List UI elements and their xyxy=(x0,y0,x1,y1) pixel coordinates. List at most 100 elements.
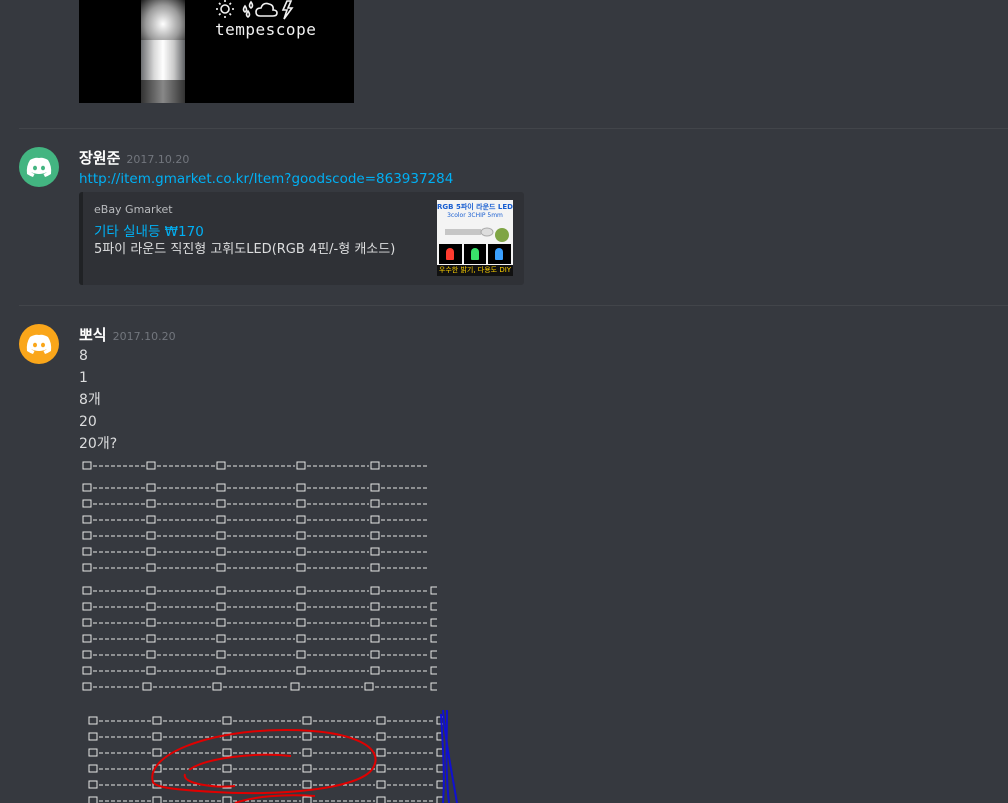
timestamp: 2017.10.20 xyxy=(126,153,190,166)
timestamp: 2017.10.20 xyxy=(112,330,176,343)
seat-box xyxy=(88,780,98,789)
seat-box xyxy=(296,650,306,659)
seat-box xyxy=(82,515,92,524)
seat-box xyxy=(88,732,98,741)
seat-box xyxy=(376,780,386,789)
seat-box xyxy=(82,563,92,572)
seat-box xyxy=(82,682,92,691)
username[interactable]: 장원준 xyxy=(79,147,120,168)
seat-box xyxy=(302,796,312,803)
seat-box xyxy=(376,796,386,803)
seat-box xyxy=(222,716,232,725)
seat-box xyxy=(364,682,374,691)
seat-box xyxy=(302,732,312,741)
seat-box xyxy=(146,618,156,627)
seat-box xyxy=(370,563,380,572)
seat-box xyxy=(82,666,92,675)
tempescope-image[interactable]: tempescope xyxy=(79,0,354,103)
led-color-samples xyxy=(439,244,512,264)
seat-box xyxy=(296,483,306,492)
badge-icon xyxy=(495,228,509,242)
seat-box xyxy=(216,499,226,508)
seat-box xyxy=(370,461,380,470)
embed-title[interactable]: 기타 실내등 ₩170 xyxy=(94,220,204,240)
seat-box xyxy=(370,650,380,659)
rain-drops-icon xyxy=(242,0,254,18)
seat-box xyxy=(146,634,156,643)
seat-box xyxy=(82,461,92,470)
seat-box xyxy=(370,634,380,643)
seat-box xyxy=(370,586,380,595)
gmarket-link[interactable]: http://item.gmarket.co.kr/Item?goodscode… xyxy=(79,171,453,187)
seat-box xyxy=(146,499,156,508)
seat-box xyxy=(146,547,156,556)
seat-box xyxy=(146,563,156,572)
seat-box xyxy=(302,748,312,757)
seat-box xyxy=(212,682,222,691)
seat-box xyxy=(142,682,152,691)
message-header: 뽀식 2017.10.20 xyxy=(79,324,176,345)
message-line: 20 xyxy=(79,414,97,430)
seat-box xyxy=(376,716,386,725)
seat-box xyxy=(216,461,226,470)
seat-box xyxy=(146,602,156,611)
seat-box xyxy=(370,483,380,492)
message-line: 1 xyxy=(79,370,88,386)
seat-box xyxy=(216,634,226,643)
seat-box xyxy=(216,650,226,659)
avatar[interactable] xyxy=(19,324,59,364)
seat-box xyxy=(290,682,300,691)
seat-box xyxy=(216,515,226,524)
layout-diagram-image[interactable] xyxy=(79,457,459,692)
seat-box xyxy=(370,547,380,556)
seat-box xyxy=(82,634,92,643)
seat-box xyxy=(146,650,156,659)
seat-box xyxy=(296,602,306,611)
username[interactable]: 뽀식 xyxy=(79,324,107,345)
row-end-mark xyxy=(430,618,437,627)
seat-box xyxy=(296,634,306,643)
seat-box xyxy=(296,547,306,556)
annotated-layout-image[interactable] xyxy=(85,708,465,803)
seat-box xyxy=(296,461,306,470)
tempescope-logo-text: tempescope xyxy=(215,20,317,39)
seat-box xyxy=(296,515,306,524)
message-body: 8 1 8개 20 20개? xyxy=(79,345,117,455)
seat-box xyxy=(296,618,306,627)
seat-box xyxy=(152,732,162,741)
row-end-mark xyxy=(436,764,443,773)
sun-icon xyxy=(216,0,234,18)
red-circle-annotation xyxy=(151,728,377,803)
seat-box xyxy=(152,796,162,803)
embed-provider: eBay Gmarket xyxy=(94,203,173,216)
seat-box xyxy=(216,531,226,540)
embed-thumbnail[interactable]: RGB 5파이 라운드 LED 3color 3CHIP 5mm 우수한 밝기,… xyxy=(437,200,513,276)
discord-logo-icon xyxy=(26,157,52,177)
seat-box xyxy=(376,732,386,741)
seat-box xyxy=(216,666,226,675)
seat-box xyxy=(370,515,380,524)
seat-box xyxy=(146,483,156,492)
seat-box xyxy=(216,586,226,595)
seat-box xyxy=(370,602,380,611)
avatar[interactable] xyxy=(19,147,59,187)
seat-box xyxy=(296,531,306,540)
seat-box xyxy=(82,499,92,508)
seat-box xyxy=(370,499,380,508)
seat-box xyxy=(146,586,156,595)
blue-line-annotation xyxy=(440,709,458,803)
seat-box xyxy=(146,531,156,540)
row-end-mark xyxy=(430,666,437,675)
seat-box xyxy=(82,602,92,611)
seat-box xyxy=(222,796,232,803)
seat-box xyxy=(216,483,226,492)
embed-description: 5파이 라운드 직진형 고휘도LED(RGB 4핀/-형 캐소드) xyxy=(94,242,396,257)
cloud-icon xyxy=(255,2,278,17)
seat-box xyxy=(216,602,226,611)
seat-box xyxy=(216,547,226,556)
tempescope-cloud xyxy=(141,0,185,40)
row-end-mark xyxy=(430,650,437,659)
seat-box xyxy=(88,764,98,773)
tempescope-base xyxy=(141,80,185,103)
row-end-mark xyxy=(436,780,443,789)
